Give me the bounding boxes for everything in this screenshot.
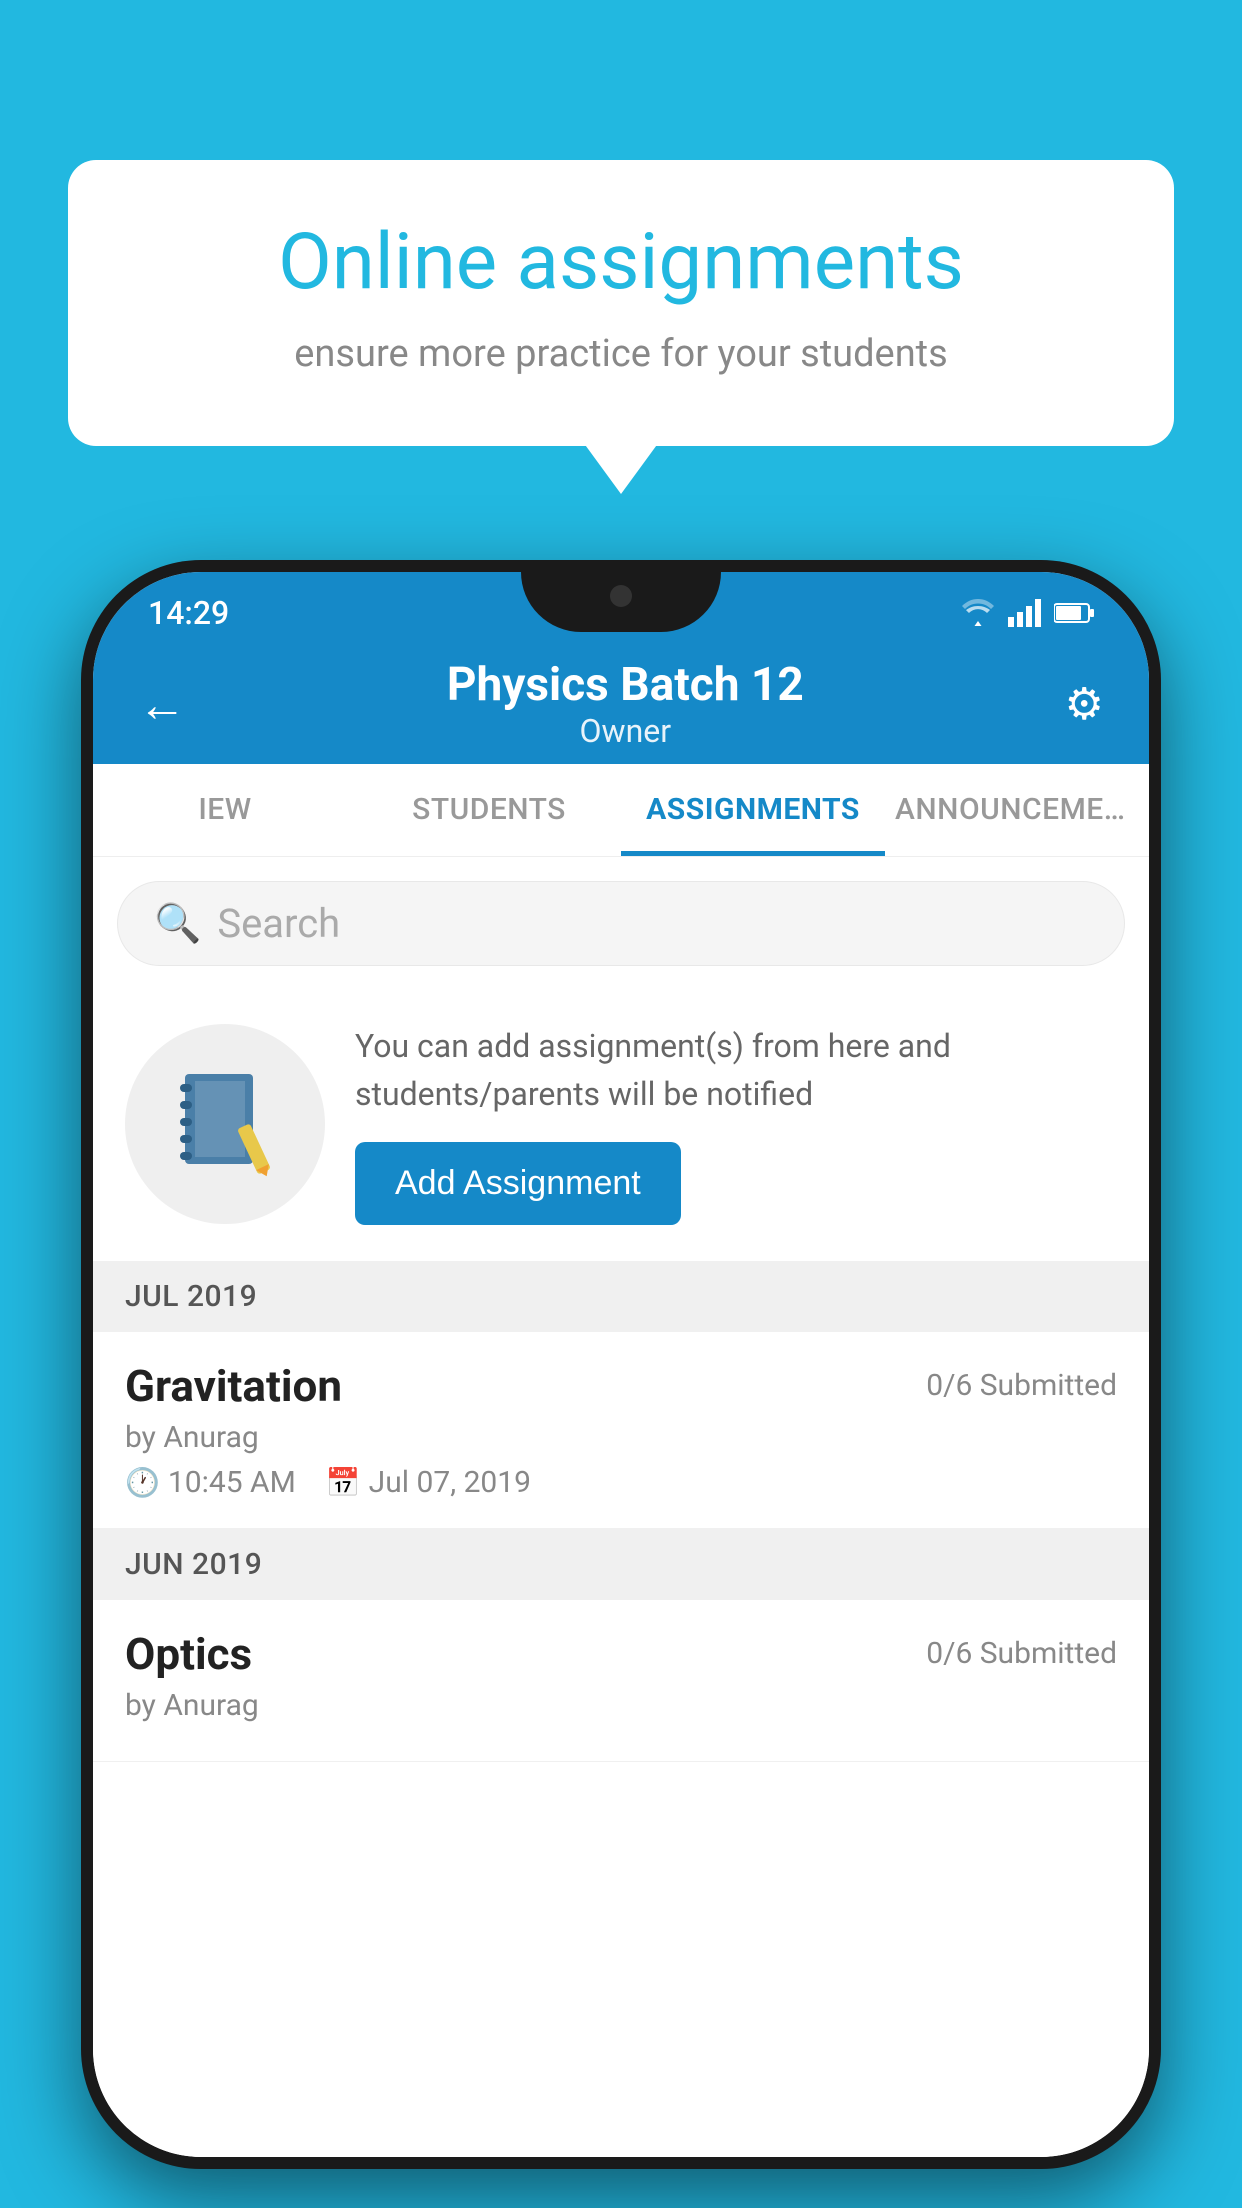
search-bar[interactable]: 🔍 Search	[117, 881, 1125, 966]
section-header-jul: JUL 2019	[93, 1261, 1149, 1332]
speech-bubble-container: Online assignments ensure more practice …	[68, 160, 1174, 446]
status-time: 14:29	[148, 594, 229, 632]
back-button[interactable]: ←	[138, 676, 186, 733]
search-container: 🔍 Search	[93, 857, 1149, 986]
section-header-jun: JUN 2019	[93, 1529, 1149, 1600]
assignment-item-optics[interactable]: Optics 0/6 Submitted by Anurag	[93, 1600, 1149, 1762]
speech-bubble: Online assignments ensure more practice …	[68, 160, 1174, 446]
assignment-name-gravitation: Gravitation	[125, 1360, 342, 1412]
assignment-top-row-optics: Optics 0/6 Submitted	[125, 1628, 1117, 1680]
assignment-time-gravitation: 🕐 10:45 AM	[125, 1465, 296, 1500]
add-assignment-prompt: You can add assignment(s) from here and …	[93, 986, 1149, 1261]
settings-icon[interactable]: ⚙	[1065, 678, 1104, 730]
search-icon: 🔍	[154, 902, 201, 946]
tab-iew[interactable]: IEW	[93, 764, 357, 856]
tab-announcements[interactable]: ANNOUNCEMENTS	[885, 764, 1149, 856]
prompt-text: You can add assignment(s) from here and …	[355, 1022, 1117, 1118]
submitted-count-gravitation: 0/6 Submitted	[926, 1368, 1117, 1403]
assignment-date-gravitation: 📅 Jul 07, 2019	[326, 1465, 531, 1500]
camera-dot	[610, 585, 632, 607]
signal-icon	[1008, 599, 1042, 627]
status-icons	[960, 599, 1094, 627]
tab-assignments[interactable]: ASSIGNMENTS	[621, 764, 885, 856]
phone-notch	[521, 560, 721, 632]
top-nav: ← Physics Batch 12 Owner ⚙	[93, 644, 1149, 764]
assignment-item-gravitation[interactable]: Gravitation 0/6 Submitted by Anurag 🕐 10…	[93, 1332, 1149, 1529]
tab-bar: IEW STUDENTS ASSIGNMENTS ANNOUNCEMENTS	[93, 764, 1149, 857]
search-placeholder: Search	[217, 900, 340, 947]
battery-icon	[1054, 602, 1094, 624]
add-assignment-button[interactable]: Add Assignment	[355, 1142, 681, 1225]
assignment-meta-row-gravitation: 🕐 10:45 AM 📅 Jul 07, 2019	[125, 1465, 1117, 1500]
submitted-count-optics: 0/6 Submitted	[926, 1636, 1117, 1671]
notebook-icon	[175, 1069, 275, 1179]
speech-bubble-subtitle: ensure more practice for your students	[138, 328, 1104, 381]
wifi-icon	[960, 599, 996, 627]
nav-title: Physics Batch 12	[186, 658, 1065, 712]
phone-frame: 14:29	[81, 560, 1161, 2169]
screen-content: 🔍 Search	[93, 857, 1149, 2157]
assignment-author-optics: by Anurag	[125, 1688, 1117, 1723]
nav-title-container: Physics Batch 12 Owner	[186, 658, 1065, 750]
phone-container: 14:29	[81, 560, 1161, 2169]
assignment-icon-circle	[125, 1024, 325, 1224]
tab-students[interactable]: STUDENTS	[357, 764, 621, 856]
nav-subtitle: Owner	[186, 712, 1065, 750]
prompt-content: You can add assignment(s) from here and …	[355, 1022, 1117, 1225]
phone-inner: 14:29	[93, 572, 1149, 2157]
speech-bubble-title: Online assignments	[138, 220, 1104, 306]
calendar-icon: 📅	[326, 1466, 361, 1499]
assignment-name-optics: Optics	[125, 1628, 252, 1680]
assignment-top-row: Gravitation 0/6 Submitted	[125, 1360, 1117, 1412]
clock-icon: 🕐	[125, 1466, 160, 1499]
assignment-author-gravitation: by Anurag	[125, 1420, 1117, 1455]
